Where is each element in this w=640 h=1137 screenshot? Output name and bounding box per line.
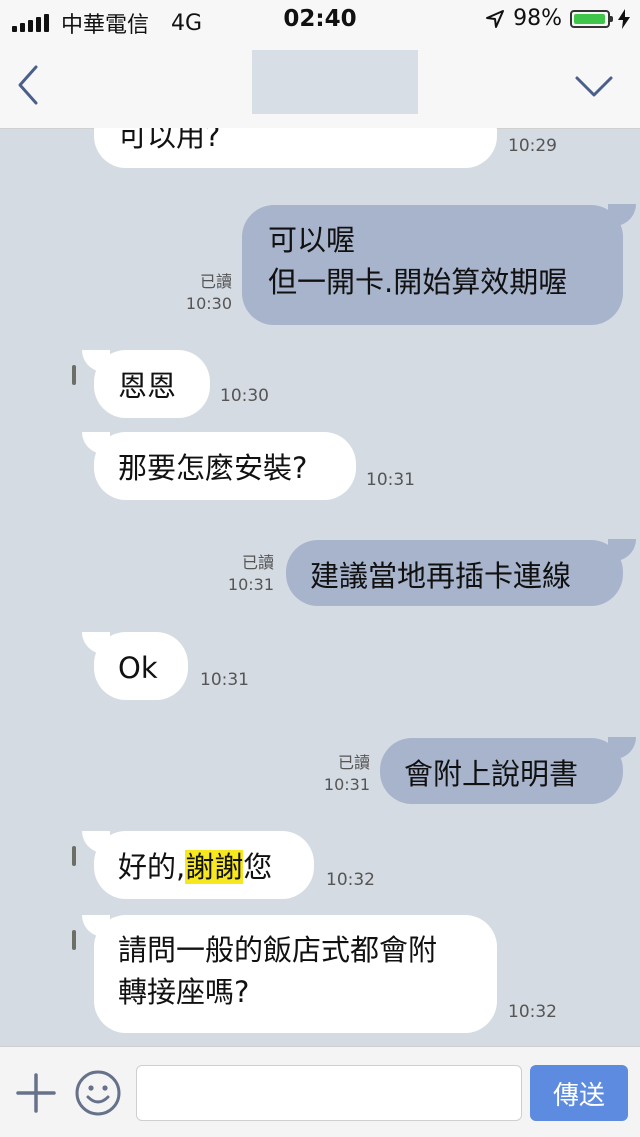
read-receipt: 已讀 10:31 [214, 552, 274, 596]
message-time: 10:32 [508, 1002, 557, 1022]
message-bubble-outgoing[interactable]: 可以喔 但一開卡.開始算效期喔 [242, 205, 623, 325]
read-receipt: 已讀 10:30 [172, 271, 232, 315]
avatar[interactable] [72, 365, 76, 385]
message-time: 10:31 [323, 775, 370, 794]
message-line: 轉接座嗎? [118, 975, 250, 1009]
message-bubble-outgoing[interactable]: 會附上說明書 [380, 738, 623, 804]
message-time: 10:30 [185, 294, 232, 313]
battery-fill [574, 13, 606, 24]
chat-area[interactable]: 可以用? 10:29 可以喔 但一開卡.開始算效期喔 已讀 10:30 恩恩 1… [0, 128, 640, 1046]
status-right: 98% [485, 6, 630, 31]
avatar[interactable] [72, 846, 76, 866]
message-time: 10:31 [366, 470, 415, 490]
message-bubble-incoming[interactable]: Ok [94, 632, 188, 700]
emoji-icon[interactable] [74, 1069, 122, 1117]
bubble-tail [608, 204, 636, 226]
message-time: 10:31 [227, 575, 274, 594]
search-highlight: 謝謝 [185, 850, 244, 884]
message-text-after: 您 [243, 850, 273, 884]
battery-icon [570, 9, 613, 28]
message-text: 恩恩 [118, 369, 177, 403]
message-bubble-incoming[interactable]: 可以用? [94, 128, 497, 168]
chat-title-redacted [252, 50, 418, 114]
message-input[interactable] [136, 1065, 522, 1121]
message-line: 可以喔 [268, 223, 356, 257]
battery-percent: 98% [513, 6, 562, 31]
bubble-tail [608, 539, 636, 561]
read-label: 已讀 [337, 753, 370, 772]
message-bubble-outgoing[interactable]: 建議當地再插卡連線 [286, 540, 623, 606]
message-text: 可以用? [118, 128, 221, 153]
read-receipt: 已讀 10:31 [310, 752, 370, 796]
message-line: 但一開卡.開始算效期喔 [268, 265, 568, 299]
chevron-left-icon[interactable] [14, 64, 44, 106]
message-bubble-incoming[interactable]: 那要怎麼安裝? [94, 432, 356, 500]
location-arrow-icon [486, 9, 505, 28]
message-time: 10:31 [200, 670, 249, 690]
message-line: 請問一般的飯店式都會附 [118, 933, 438, 967]
chevron-down-icon[interactable] [574, 74, 614, 100]
message-bubble-incoming[interactable]: 請問一般的飯店式都會附 轉接座嗎? [94, 915, 497, 1033]
message-text: 會附上說明書 [404, 757, 579, 791]
input-bar: 傳送 [0, 1046, 640, 1137]
read-label: 已讀 [199, 272, 232, 291]
avatar[interactable] [72, 930, 76, 950]
chat-header [0, 40, 640, 129]
bubble-tail [608, 737, 636, 759]
message-bubble-incoming[interactable]: 好的,謝謝您 [94, 831, 314, 899]
message-time: 10:30 [220, 386, 269, 406]
message-text: 那要怎麼安裝? [118, 451, 308, 485]
read-label: 已讀 [241, 553, 274, 572]
message-bubble-incoming[interactable]: 恩恩 [94, 350, 210, 418]
charging-bolt-icon [618, 8, 630, 29]
message-text: 建議當地再插卡連線 [310, 559, 572, 593]
message-text: Ok [118, 651, 158, 685]
send-button[interactable]: 傳送 [530, 1065, 628, 1121]
message-text-before: 好的, [118, 850, 186, 884]
message-time: 10:29 [508, 136, 557, 156]
plus-icon[interactable] [16, 1073, 56, 1113]
message-time: 10:32 [326, 870, 375, 890]
status-bar: 中華電信 4G 02:40 98% [0, 0, 640, 40]
